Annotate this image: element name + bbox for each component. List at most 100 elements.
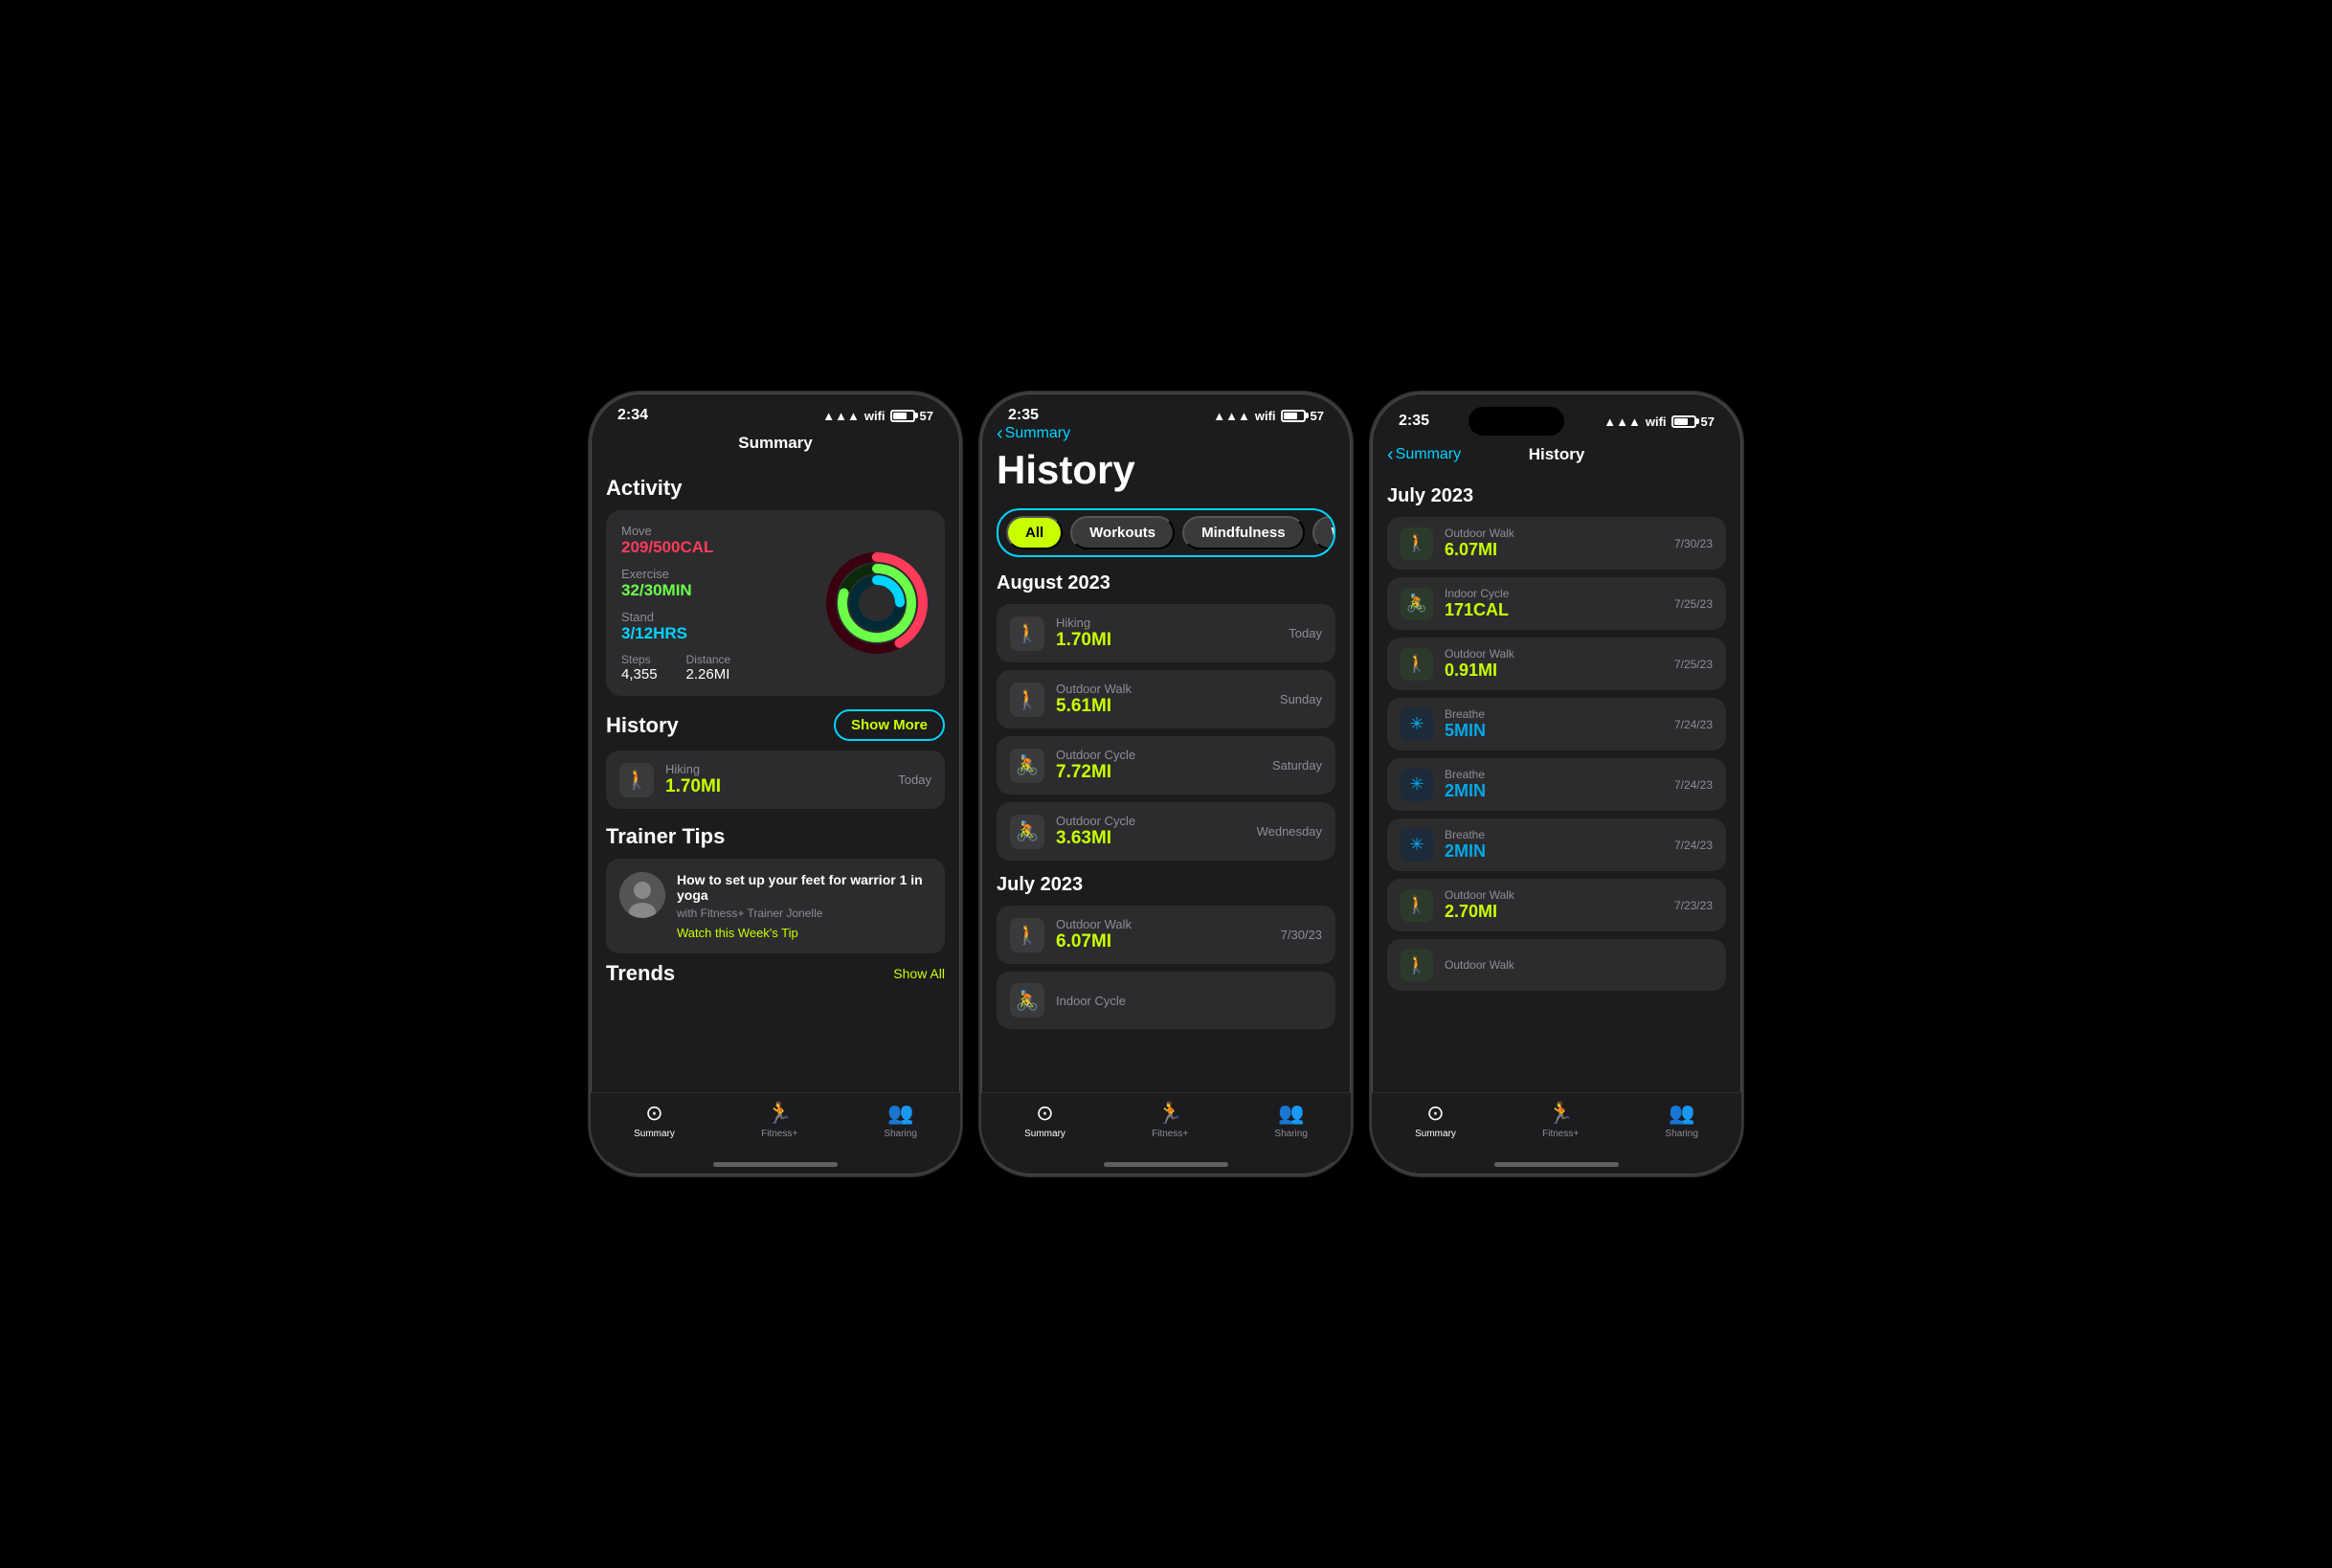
p3-info-7: Outdoor Walk 2.70MI xyxy=(1445,888,1663,922)
jul-type-2: Indoor Cycle xyxy=(1056,994,1311,1008)
phone3-content[interactable]: July 2023 🚶 Outdoor Walk 6.07MI 7/30/23 … xyxy=(1372,472,1741,1092)
phone1-content[interactable]: Activity Move 209/500CAL Exercise 32/30M… xyxy=(591,460,960,1092)
steps-label: Steps xyxy=(621,653,658,666)
aug-info-4: Outdoor Cycle 3.63MI xyxy=(1056,814,1245,849)
p3-item-5[interactable]: ✳ Breathe 2MIN 7/24/23 xyxy=(1387,758,1726,811)
aug-info-1: Hiking 1.70MI xyxy=(1056,616,1277,651)
history-title: History xyxy=(606,713,679,738)
jul-item-2[interactable]: 🚴 Indoor Cycle xyxy=(997,972,1335,1029)
distance-value: 2.26MI xyxy=(686,666,731,683)
nav-back-3[interactable]: ‹ Summary xyxy=(1387,444,1461,466)
p3-info-2: Indoor Cycle 171CAL xyxy=(1445,587,1663,620)
tab-label-sharing-3: Sharing xyxy=(1665,1129,1697,1139)
summary-tab-icon: ⊙ xyxy=(645,1101,662,1126)
aug-date-2: Sunday xyxy=(1280,692,1322,706)
jul-item-1[interactable]: 🚶 Outdoor Walk 6.07MI 7/30/23 xyxy=(997,906,1335,964)
aug-value-3: 7.72MI xyxy=(1056,762,1261,783)
nav-header-2: ‹ Summary xyxy=(981,430,1351,441)
phones-container: 2:34 ▲▲▲ wifi 57 Summary Activity Move xyxy=(589,392,1743,1176)
jul-icon-1: 🚶 xyxy=(1010,918,1044,952)
tab-bar-2: ⊙ Summary 🏃 Fitness+ 👥 Sharing xyxy=(981,1092,1351,1162)
aug-type-4: Outdoor Cycle xyxy=(1056,814,1245,828)
tab-label-fitness-1: Fitness+ xyxy=(761,1129,797,1139)
tab-fitness-2[interactable]: 🏃 Fitness+ xyxy=(1152,1101,1188,1139)
sharing-tab-icon: 👥 xyxy=(887,1101,913,1126)
tab-fitness-3[interactable]: 🏃 Fitness+ xyxy=(1542,1101,1579,1139)
status-icons-3: ▲▲▲ wifi 57 xyxy=(1603,414,1715,429)
p3-value-2: 171CAL xyxy=(1445,600,1663,620)
activity-title: Activity xyxy=(606,476,945,501)
p3-date-6: 7/24/23 xyxy=(1674,839,1713,852)
p3-value-3: 0.91MI xyxy=(1445,661,1663,681)
tab-label-fitness-2: Fitness+ xyxy=(1152,1129,1188,1139)
p3-info-6: Breathe 2MIN xyxy=(1445,828,1663,862)
trainer-tip-title: How to set up your feet for warrior 1 in… xyxy=(677,872,931,903)
wifi-icon-2: wifi xyxy=(1255,409,1276,423)
battery-pct-3: 57 xyxy=(1701,414,1715,429)
status-bar-3: 2:35 ▲▲▲ wifi 57 xyxy=(1372,393,1741,441)
aug-item-1[interactable]: 🚶 Hiking 1.70MI Today xyxy=(997,604,1335,662)
p3-type-8: Outdoor Walk xyxy=(1445,958,1701,972)
signal-icon: ▲▲▲ xyxy=(822,409,860,423)
tab-fitness-1[interactable]: 🏃 Fitness+ xyxy=(761,1101,797,1139)
show-more-button[interactable]: Show More xyxy=(834,709,945,741)
hiking-icon: 🚶 xyxy=(619,763,654,797)
p3-item-6[interactable]: ✳ Breathe 2MIN 7/24/23 xyxy=(1387,818,1726,871)
aug-item-4[interactable]: 🚴 Outdoor Cycle 3.63MI Wednesday xyxy=(997,802,1335,861)
tab-sharing-2[interactable]: 👥 Sharing xyxy=(1274,1101,1307,1139)
trainer-tips-title: Trainer Tips xyxy=(606,824,945,849)
filter-all[interactable]: All xyxy=(1006,516,1063,549)
aug-icon-3: 🚴 xyxy=(1010,749,1044,783)
aug-item-3[interactable]: 🚴 Outdoor Cycle 7.72MI Saturday xyxy=(997,736,1335,795)
home-indicator-3 xyxy=(1494,1162,1619,1167)
p3-item-4[interactable]: ✳ Breathe 5MIN 7/24/23 xyxy=(1387,698,1726,750)
tab-sharing-3[interactable]: 👥 Sharing xyxy=(1665,1101,1697,1139)
aug-icon-1: 🚶 xyxy=(1010,616,1044,651)
signal-icon-3: ▲▲▲ xyxy=(1603,414,1641,429)
aug-item-2[interactable]: 🚶 Outdoor Walk 5.61MI Sunday xyxy=(997,670,1335,728)
status-bar-1: 2:34 ▲▲▲ wifi 57 xyxy=(591,393,960,430)
phone2-content[interactable]: History All Workouts Mindfulness W Augus… xyxy=(981,441,1351,1092)
battery-icon-3 xyxy=(1671,415,1696,428)
workout-type-1: Hiking xyxy=(665,762,886,776)
nav-back-2[interactable]: ‹ Summary xyxy=(997,423,1070,445)
fitness-tab-icon: 🏃 xyxy=(766,1101,792,1126)
signal-icon-2: ▲▲▲ xyxy=(1213,409,1250,423)
activity-stats: Move 209/500CAL Exercise 32/30MIN Stand … xyxy=(621,524,824,683)
p3-item-1[interactable]: 🚶 Outdoor Walk 6.07MI 7/30/23 xyxy=(1387,517,1726,570)
tab-summary-1[interactable]: ⊙ Summary xyxy=(634,1101,675,1139)
steps-value: 4,355 xyxy=(621,666,658,683)
p3-item-2[interactable]: 🚴 Indoor Cycle 171CAL 7/25/23 xyxy=(1387,577,1726,630)
trainer-card[interactable]: How to set up your feet for warrior 1 in… xyxy=(606,859,945,953)
nav-back-label-2: Summary xyxy=(1005,425,1070,442)
aug-date-3: Saturday xyxy=(1272,758,1322,773)
trends-header: Trends Show All xyxy=(606,961,945,986)
jul-value-1: 6.07MI xyxy=(1056,931,1269,952)
p3-type-2: Indoor Cycle xyxy=(1445,587,1663,600)
p3-value-7: 2.70MI xyxy=(1445,902,1663,922)
p3-value-1: 6.07MI xyxy=(1445,540,1663,560)
summary-tab-icon-3: ⊙ xyxy=(1426,1101,1444,1126)
filter-mindfulness[interactable]: Mindfulness xyxy=(1182,516,1305,549)
history-item-1[interactable]: 🚶 Hiking 1.70MI Today xyxy=(606,750,945,809)
exercise-value: 32/30MIN xyxy=(621,581,824,600)
move-label: Move xyxy=(621,524,824,538)
distance-label: Distance xyxy=(686,653,731,666)
trends-show[interactable]: Show All xyxy=(893,966,945,981)
tab-summary-2[interactable]: ⊙ Summary xyxy=(1024,1101,1065,1139)
filter-w[interactable]: W xyxy=(1312,516,1335,549)
trainer-link[interactable]: Watch this Week's Tip xyxy=(677,926,931,940)
p3-info-8: Outdoor Walk xyxy=(1445,958,1701,972)
filter-workouts[interactable]: Workouts xyxy=(1070,516,1175,549)
p3-icon-4: ✳ xyxy=(1401,708,1433,741)
status-time-3: 2:35 xyxy=(1399,413,1429,430)
month-august: August 2023 xyxy=(997,572,1335,594)
tab-summary-3[interactable]: ⊙ Summary xyxy=(1415,1101,1456,1139)
tab-sharing-1[interactable]: 👥 Sharing xyxy=(884,1101,916,1139)
phone-2: 2:35 ▲▲▲ wifi 57 ‹ Summary History All xyxy=(979,392,1353,1176)
p3-type-7: Outdoor Walk xyxy=(1445,888,1663,902)
p3-item-3[interactable]: 🚶 Outdoor Walk 0.91MI 7/25/23 xyxy=(1387,638,1726,690)
activity-card: Move 209/500CAL Exercise 32/30MIN Stand … xyxy=(606,510,945,696)
p3-item-7[interactable]: 🚶 Outdoor Walk 2.70MI 7/23/23 xyxy=(1387,879,1726,931)
p3-item-8[interactable]: 🚶 Outdoor Walk xyxy=(1387,939,1726,991)
